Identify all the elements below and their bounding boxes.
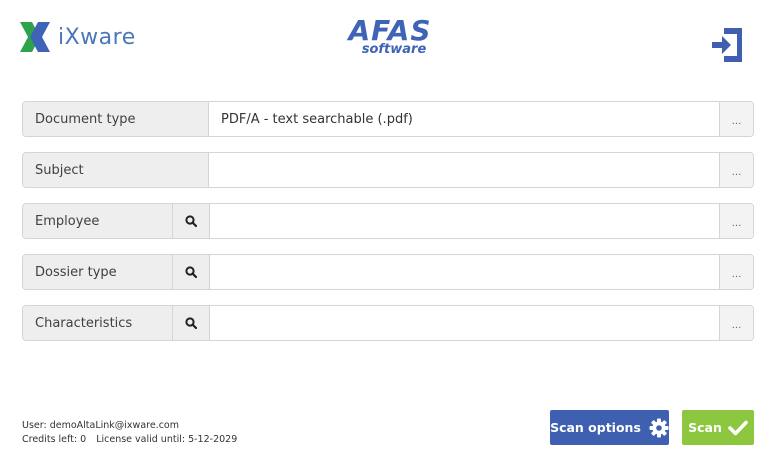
- search-icon: [185, 266, 197, 278]
- search-icon: [185, 215, 197, 227]
- credits-text: Credits left: 0: [22, 434, 87, 445]
- browse-button[interactable]: ...: [719, 204, 753, 238]
- dossier-type-search-button[interactable]: [173, 255, 210, 289]
- afas-logo-title: AFAS: [348, 14, 432, 47]
- field-label: Dossier type: [23, 255, 173, 289]
- document-type-input[interactable]: PDF/A - text searchable (.pdf): [209, 102, 719, 136]
- logout-button[interactable]: [710, 26, 744, 64]
- field-dossier-type: Dossier type ...: [22, 254, 754, 290]
- field-label: Characteristics: [23, 306, 173, 340]
- employee-input[interactable]: [210, 204, 719, 238]
- field-characteristics: Characteristics ...: [22, 305, 754, 341]
- checkmark-icon: [728, 420, 748, 435]
- characteristics-input[interactable]: [210, 306, 719, 340]
- browse-button[interactable]: ...: [719, 153, 753, 187]
- characteristics-search-button[interactable]: [173, 306, 210, 340]
- field-employee: Employee ...: [22, 203, 754, 239]
- logout-door-icon: [712, 28, 742, 62]
- header: iXware AFAS software: [0, 0, 760, 90]
- scan-options-button[interactable]: Scan options: [550, 410, 669, 445]
- metadata-form: Document type PDF/A - text searchable (.…: [22, 101, 754, 356]
- browse-button[interactable]: ...: [719, 255, 753, 289]
- scan-options-label: Scan options: [550, 420, 641, 435]
- field-document-type: Document type PDF/A - text searchable (.…: [22, 101, 754, 137]
- field-label: Document type: [23, 102, 209, 136]
- scan-label: Scan: [688, 420, 722, 435]
- browse-button[interactable]: ...: [719, 102, 753, 136]
- ixware-logo-icon: [20, 22, 50, 52]
- ixware-logo: iXware: [20, 22, 136, 52]
- subject-input[interactable]: [209, 153, 719, 187]
- field-label: Subject: [23, 153, 209, 187]
- session-info: User: demoAltaLink@ixware.com Credits le…: [22, 419, 237, 447]
- employee-search-button[interactable]: [173, 204, 210, 238]
- license-text: License valid until: 5-12-2029: [96, 434, 238, 445]
- dossier-type-input[interactable]: [210, 255, 719, 289]
- brand-name: iXware: [58, 24, 136, 50]
- user-text: User: demoAltaLink@ixware.com: [22, 420, 179, 431]
- afas-logo: AFAS software: [345, 14, 435, 57]
- afas-logo-subtitle: software: [361, 42, 427, 57]
- field-subject: Subject ...: [22, 152, 754, 188]
- field-label: Employee: [23, 204, 173, 238]
- scan-button[interactable]: Scan: [682, 410, 754, 445]
- gear-icon: [649, 418, 669, 437]
- search-icon: [185, 317, 197, 329]
- credits-license-line: Credits left: 0 License valid until: 5-12…: [22, 433, 237, 447]
- browse-button[interactable]: ...: [719, 306, 753, 340]
